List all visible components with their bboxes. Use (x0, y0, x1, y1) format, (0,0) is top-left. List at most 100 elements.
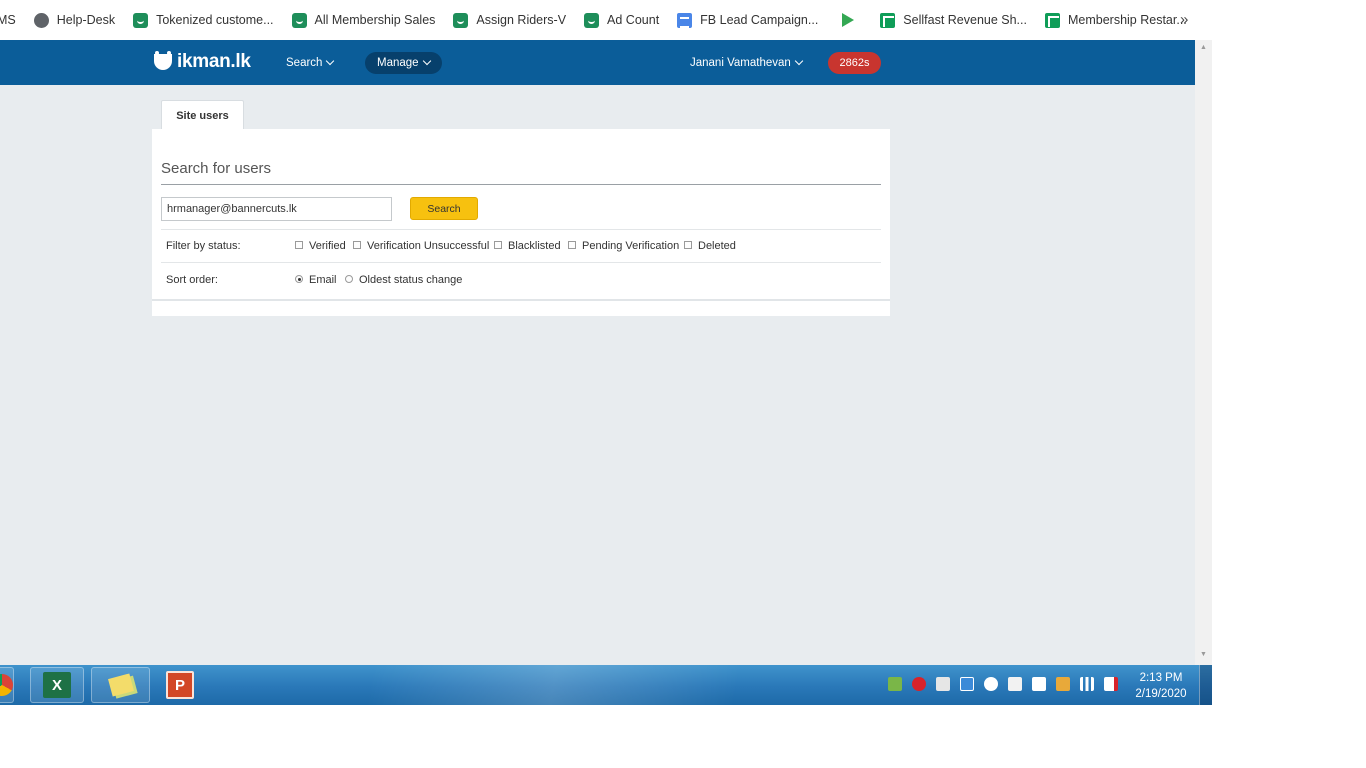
tray-app-icon[interactable] (888, 677, 902, 691)
tray-signal-icon[interactable] (1080, 677, 1094, 691)
ikman-icon (291, 12, 307, 28)
clock-date: 2/19/2020 (1135, 688, 1187, 700)
filter-option-label: Pending Verification (582, 240, 680, 252)
nav-search-menu[interactable]: Search (286, 53, 335, 73)
app-viewport: ikman.lk Search Manage Janani Vamathevan… (0, 40, 1195, 665)
tray-speaker-muted-icon[interactable] (936, 677, 950, 691)
search-panel: Search for users Search Filter by status… (152, 129, 890, 316)
divider (161, 229, 881, 230)
radio-icon (345, 275, 353, 283)
excel-icon: X (43, 672, 71, 698)
filter-option-label: Blacklisted (508, 240, 561, 252)
taskbar-excel-button[interactable]: X (30, 667, 84, 703)
nav-manage-label: Manage (377, 57, 419, 69)
user-menu[interactable]: Janani Vamathevan (690, 53, 804, 73)
bookmark-ad-count[interactable]: Ad Count (584, 0, 659, 40)
bookmark-help-desk[interactable]: Help-Desk (33, 0, 116, 40)
sheets-icon (880, 12, 896, 28)
nav-manage-menu[interactable]: Manage (365, 52, 442, 74)
bookmark-label: Help-Desk (56, 13, 116, 27)
chevron-down-icon (794, 56, 804, 66)
bookmarks-bar: MS Help-Desk Tokenized custome... All Me… (0, 0, 1212, 40)
bookmark-play[interactable] (842, 0, 862, 40)
bookmark-assign-riders[interactable]: Assign Riders-V (453, 0, 566, 40)
search-button[interactable]: Search (410, 197, 478, 220)
bookmark-label: FB Lead Campaign... (700, 13, 819, 27)
checkbox-icon (568, 241, 576, 249)
ikman-icon (133, 12, 149, 28)
filter-option-label: Deleted (698, 240, 736, 252)
filter-deleted-checkbox[interactable]: Deleted (684, 240, 736, 252)
globe-icon (33, 12, 49, 28)
nav-search-label: Search (286, 57, 323, 69)
scroll-up-arrow-icon[interactable]: ▲ (1200, 44, 1207, 51)
taskbar-powerpoint-button[interactable]: P (161, 667, 199, 703)
checkbox-icon (494, 241, 502, 249)
taskbar-glare (320, 665, 840, 705)
tray-acrobat-icon[interactable] (912, 677, 926, 691)
powerpoint-icon: P (166, 671, 194, 699)
sort-label: Sort order: (166, 274, 218, 286)
play-icon (842, 13, 855, 27)
sort-email-radio[interactable]: Email (295, 274, 337, 286)
taskbar-chrome-button[interactable] (0, 667, 14, 703)
radio-selected-icon (295, 275, 303, 283)
top-navigation: ikman.lk Search Manage Janani Vamathevan… (0, 40, 1195, 85)
bookmark-label: All Membership Sales (314, 13, 436, 27)
bookmark-label: Tokenized custome... (156, 13, 274, 27)
bookmark-label: Sellfast Revenue Sh... (903, 13, 1027, 27)
filter-pending-verification-checkbox[interactable]: Pending Verification (568, 240, 679, 252)
taskbar-clock[interactable]: 2:13 PM 2/19/2020 (1128, 670, 1194, 702)
more-bookmarks-button[interactable]: » (1180, 11, 1188, 28)
bookmark-all-membership-sales[interactable]: All Membership Sales (291, 0, 436, 40)
filter-verification-unsuccessful-checkbox[interactable]: Verification Unsuccessful (353, 240, 489, 252)
sort-oldest-status-change-radio[interactable]: Oldest status change (345, 274, 462, 286)
clock-time: 2:13 PM (1139, 672, 1183, 684)
windows-taskbar: X P 2:13 PM 2/19/2020 (0, 665, 1212, 705)
search-input[interactable] (161, 197, 392, 221)
logo[interactable]: ikman.lk (152, 51, 251, 73)
filter-blacklisted-checkbox[interactable]: Blacklisted (494, 240, 561, 252)
show-desktop-button[interactable] (1199, 665, 1212, 705)
ikman-icon (453, 12, 469, 28)
bookmark-membership-restart[interactable]: Membership Restar... (1044, 0, 1187, 40)
bookmark-sellfast-revenue[interactable]: Sellfast Revenue Sh... (880, 0, 1027, 40)
tray-windows-icon[interactable] (1032, 677, 1046, 691)
taskbar-sticky-notes-button[interactable] (91, 667, 150, 703)
tray-network-app-icon[interactable] (960, 677, 974, 691)
checkbox-icon (684, 241, 692, 249)
title-divider (161, 184, 881, 185)
status-badge[interactable]: 2862s (828, 52, 881, 74)
filter-verified-checkbox[interactable]: Verified (295, 240, 346, 252)
tray-color-app-icon[interactable] (1056, 677, 1070, 691)
docs-icon (677, 12, 693, 28)
tray-network-error-icon[interactable] (1104, 677, 1118, 691)
sheets-icon (1044, 12, 1060, 28)
system-tray (888, 677, 1128, 691)
tray-chat-icon[interactable] (984, 677, 998, 691)
bookmark-label: Ad Count (607, 13, 660, 27)
bookmark-tokenized-customers[interactable]: Tokenized custome... (133, 0, 274, 40)
vertical-scrollbar[interactable]: ▲ ▼ (1195, 40, 1212, 665)
chrome-icon (0, 674, 13, 696)
scroll-down-arrow-icon[interactable]: ▼ (1200, 651, 1207, 658)
filter-option-label: Verification Unsuccessful (367, 240, 490, 252)
logo-text: ikman.lk (177, 51, 251, 72)
panel-footer (152, 299, 890, 316)
chevron-down-icon (326, 56, 335, 66)
bookmark-label: Membership Restar... (1067, 13, 1187, 27)
sticky-notes-icon (107, 673, 134, 697)
bookmark-fb-lead-campaign[interactable]: FB Lead Campaign... (677, 0, 818, 40)
tray-clipboard-icon[interactable] (1008, 677, 1022, 691)
sort-option-label: Oldest status change (359, 274, 463, 286)
ikman-icon (584, 12, 600, 28)
bookmark-label: MS (0, 13, 16, 27)
bookmark-ms[interactable]: MS (0, 0, 16, 40)
sort-option-label: Email (309, 274, 337, 286)
ikman-logo-icon (152, 51, 174, 73)
checkbox-icon (353, 241, 361, 249)
filter-option-label: Verified (309, 240, 346, 252)
tab-site-users[interactable]: Site users (161, 100, 244, 130)
filter-label: Filter by status: (166, 240, 241, 252)
page-title: Search for users (161, 160, 272, 177)
